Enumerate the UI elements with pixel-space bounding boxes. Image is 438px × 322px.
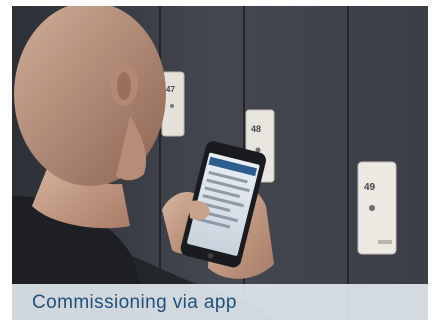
caption-text: Commissioning via app <box>32 292 237 313</box>
locker-number-middle: 48 <box>251 124 261 134</box>
photo-frame: 47 48 49 Commissioning via app <box>12 6 428 320</box>
commissioning-photo: 47 48 49 <box>12 6 428 320</box>
locker-lock-right: 49 <box>357 161 397 255</box>
locker-number-right: 49 <box>364 182 376 193</box>
caption-bar: Commissioning via app <box>12 284 428 320</box>
locker-number-left: 47 <box>166 85 175 94</box>
man-head <box>14 6 166 186</box>
